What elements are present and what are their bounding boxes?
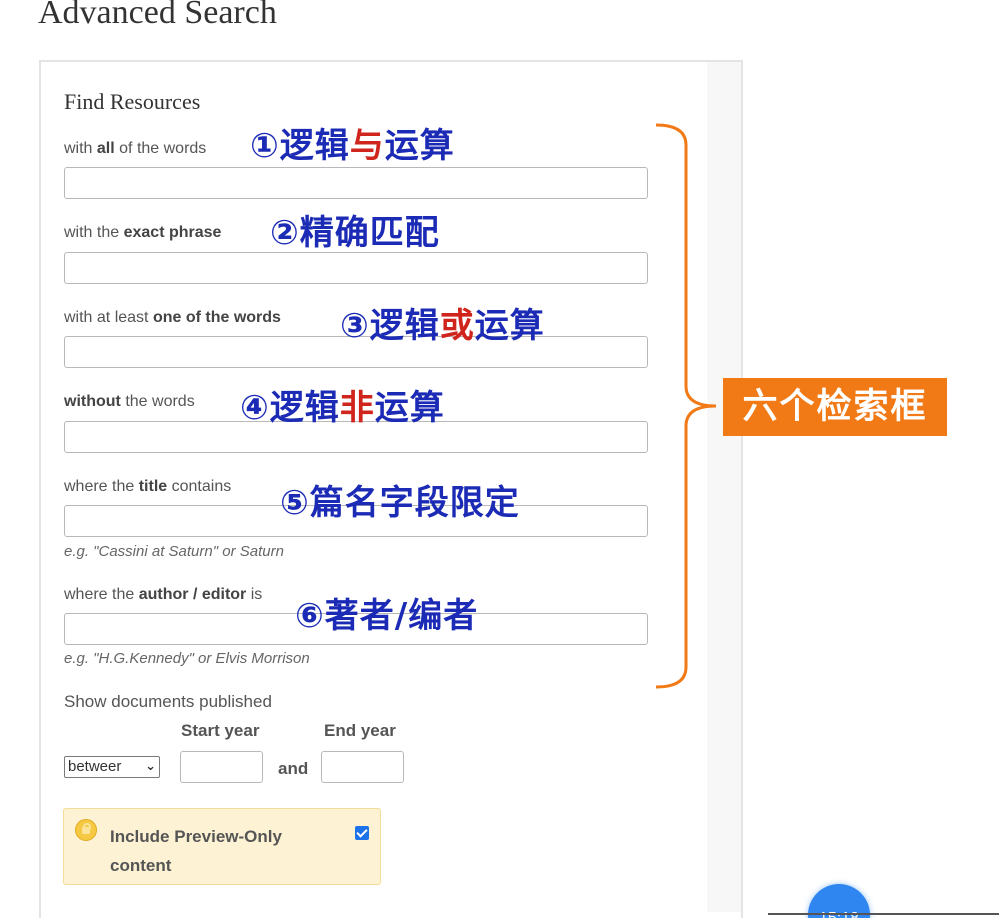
exact-phrase-input[interactable] (64, 252, 648, 284)
chevron-down-icon: ⌄ (145, 758, 156, 773)
section-title: Find Resources (64, 89, 201, 114)
preview-only-checkbox[interactable] (355, 826, 369, 840)
preview-only-label: Include Preview-Only content (110, 827, 282, 875)
six-search-boxes-tag: 六个检索框 (723, 378, 947, 436)
title-contains-label: where the title contains (64, 478, 232, 495)
annotation-author-editor: ⑥著者/编者 (295, 596, 479, 636)
exact-phrase-label: with the exact phrase (64, 224, 222, 241)
author-editor-label: where the author / editor is (64, 586, 263, 603)
start-year-label: Start year (181, 721, 260, 740)
author-example-hint: e.g. "H.G.Kennedy" or Elvis Morrison (64, 650, 310, 667)
annotation-exact: ②精确匹配 (270, 213, 440, 253)
without-words-label: without the words (64, 393, 195, 410)
and-label: and (278, 759, 309, 778)
any-words-label: with at least one of the words (64, 309, 281, 326)
lock-icon (75, 819, 97, 841)
title-example-hint: e.g. "Cassini at Saturn" or Saturn (64, 543, 284, 560)
end-year-label: End year (324, 721, 396, 740)
start-year-input[interactable] (180, 751, 263, 783)
bottom-divider (768, 913, 999, 915)
page-title: Advanced Search (38, 0, 277, 31)
end-year-input[interactable] (321, 751, 404, 783)
curly-brace-icon (655, 123, 717, 689)
all-words-input[interactable] (64, 167, 648, 199)
annotation-title-field: ⑤篇名字段限定 (280, 483, 520, 523)
annotation-not: ④逻辑非运算 (240, 388, 445, 428)
show-documents-label: Show documents published (64, 692, 272, 711)
annotation-and: ①逻辑与运算 (250, 126, 455, 166)
annotation-or: ③逻辑或运算 (340, 306, 545, 346)
all-words-label: with all of the words (64, 140, 207, 157)
date-range-select[interactable]: betweer ⌄ (64, 756, 160, 778)
